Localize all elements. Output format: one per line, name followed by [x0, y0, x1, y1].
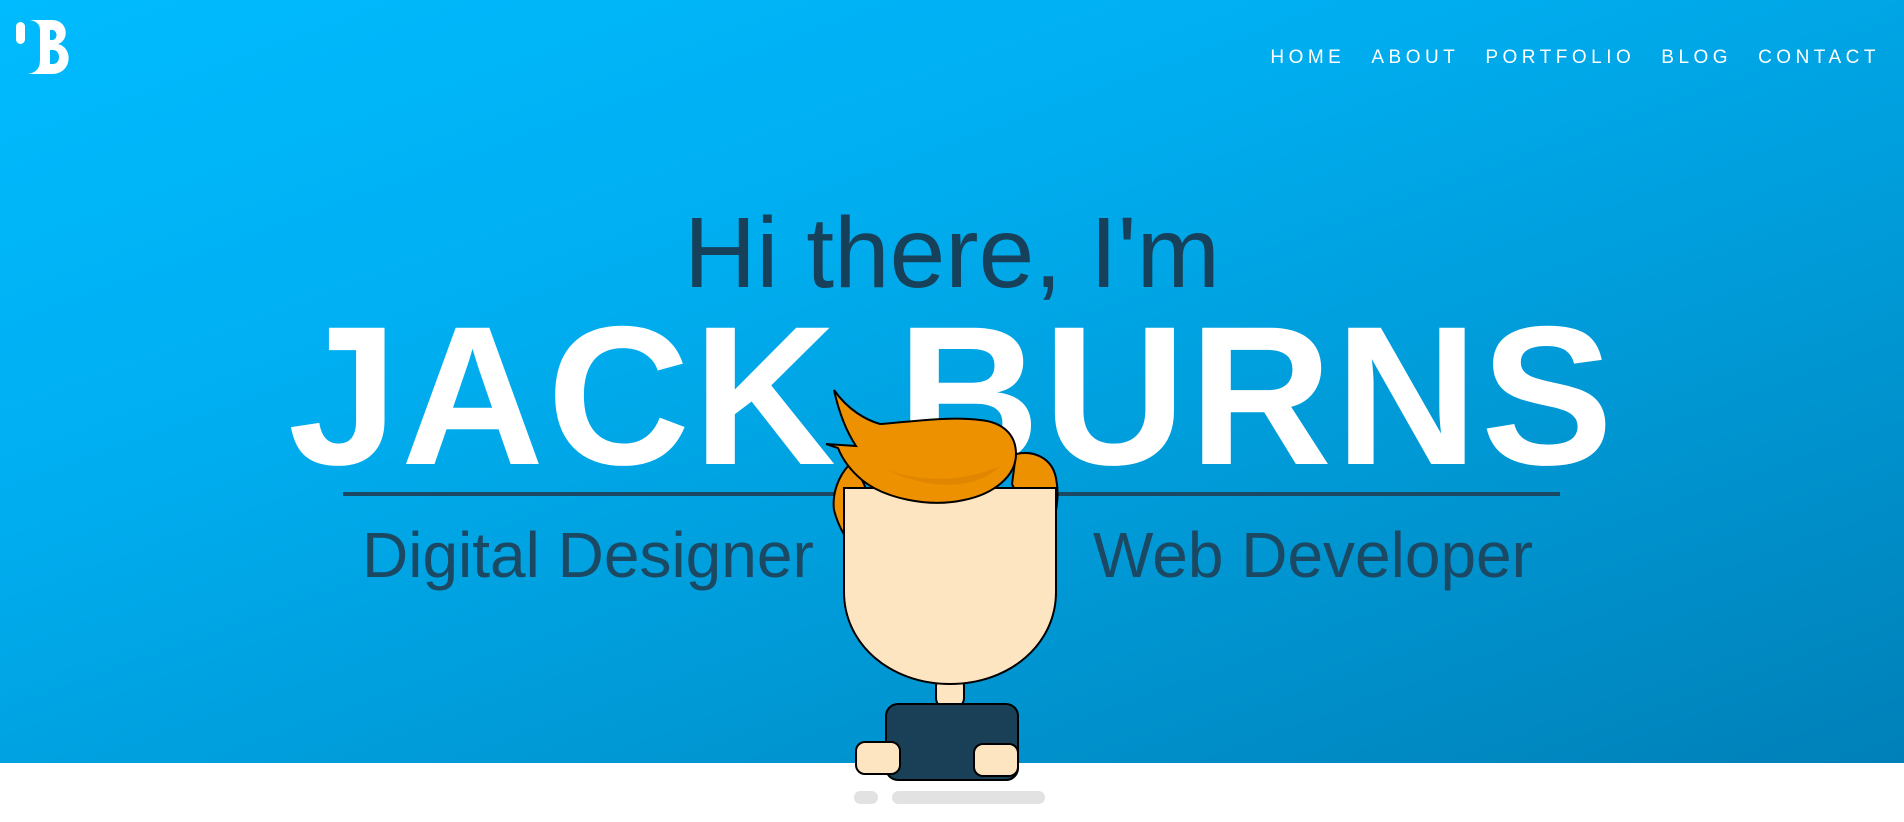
nav-about-link[interactable]: ABOUT: [1371, 47, 1459, 69]
nav-home-link[interactable]: HOME: [1270, 47, 1345, 69]
nav-blog-link[interactable]: BLOG: [1661, 47, 1732, 69]
jb-monogram-logo: [16, 20, 69, 74]
nav-portfolio-link[interactable]: PORTFOLIO: [1485, 47, 1635, 69]
nav-contact-link[interactable]: CONTACT: [1758, 47, 1880, 69]
hero-role-designer: Digital Designer: [362, 519, 814, 591]
logo[interactable]: [14, 18, 80, 76]
main-nav: HOME ABOUT PORTFOLIO BLOG CONTACT: [1244, 47, 1880, 69]
scroll-indicator-bar: [892, 791, 1045, 804]
cartoon-avatar-icon: [825, 389, 1059, 781]
scroll-indicator-dot: [854, 791, 878, 804]
hero-role-developer: Web Developer: [1093, 519, 1533, 591]
